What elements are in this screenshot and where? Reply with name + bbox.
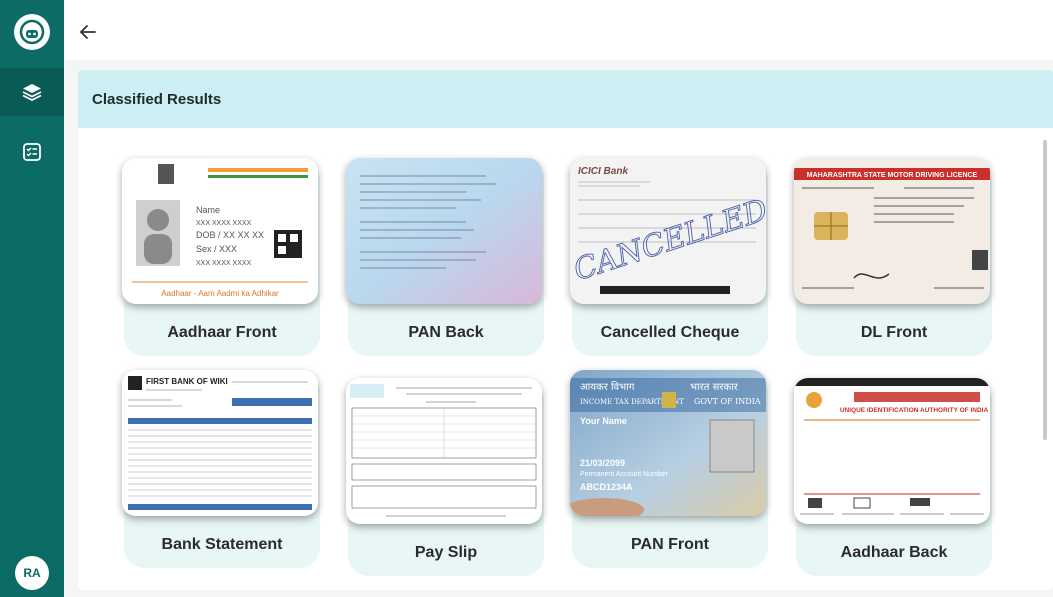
document-image: UNIQUE IDENTIFICATION AUTHORITY OF INDIA xyxy=(794,378,990,524)
card-pan-front[interactable]: आयकर विभाग भारत सरकार INCOME TAX DEPARTM… xyxy=(570,370,768,568)
cheque-bank-name: ICICI Bank xyxy=(578,166,628,177)
pan-govt: GOVT OF INDIA xyxy=(694,397,761,406)
results-header: Classified Results xyxy=(78,70,1053,128)
card-label: PAN Front xyxy=(631,536,709,553)
sidebar-item-checklist[interactable] xyxy=(0,128,64,176)
aadhaar-field-name: Name xyxy=(196,205,220,215)
document-image: Name XXX XXXX XXXX DOB / XX XX XX Sex / … xyxy=(122,158,318,304)
aadhaar-field-dob: DOB / XX XX XX xyxy=(196,230,264,240)
arrow-left-icon xyxy=(79,25,96,39)
card-aadhaar-back[interactable]: UNIQUE IDENTIFICATION AUTHORITY OF INDIA… xyxy=(794,378,992,576)
aadhaar-field-sex: Sex / XXX xyxy=(196,244,237,254)
card-label: PAN Back xyxy=(408,324,484,341)
pan-number-label: Permanent Account Number xyxy=(580,471,669,478)
pan-dept-hindi: आयकर विभाग xyxy=(580,381,635,393)
layers-icon xyxy=(22,84,42,102)
pan-number: ABCD1234A xyxy=(580,482,633,492)
pan-name: Your Name xyxy=(580,416,627,426)
card-aadhaar-front[interactable]: Name XXX XXXX XXXX DOB / XX XX XX Sex / … xyxy=(122,158,320,356)
card-label: Cancelled Cheque xyxy=(600,324,740,341)
app-logo-icon[interactable] xyxy=(14,14,50,50)
results-container: Classified Results Name XXX XXXX XXXX DO… xyxy=(78,70,1053,590)
checklist-icon xyxy=(23,143,41,161)
main-panel: Classified Results Name XXX XXXX XXXX DO… xyxy=(64,60,1053,597)
dl-heading: MAHARASHTRA STATE MOTOR DRIVING LICENCE xyxy=(807,172,978,179)
card-label: Aadhaar Back xyxy=(840,544,948,561)
sidebar-item-classify[interactable] xyxy=(0,68,64,116)
card-bank-statement[interactable]: FIRST BANK OF WIKI Bank Statement xyxy=(122,370,320,568)
back-button[interactable] xyxy=(74,18,102,46)
document-image xyxy=(346,378,542,524)
statement-bank-name: FIRST BANK OF WIKI xyxy=(146,377,228,386)
scrollbar[interactable] xyxy=(1043,140,1047,440)
document-image xyxy=(346,158,542,304)
aadhaar-field-number-2: XXX XXXX XXXX xyxy=(196,260,252,267)
aadhaar-field-number: XXX XXXX XXXX xyxy=(196,220,252,227)
document-image: ICICI Bank CANCELLED xyxy=(570,158,766,304)
card-dl-front[interactable]: MAHARASHTRA STATE MOTOR DRIVING LICENCE xyxy=(794,158,992,356)
card-cancelled-cheque[interactable]: ICICI Bank CANCELLED Cancelled Cheque xyxy=(570,158,768,356)
avatar[interactable]: RA xyxy=(15,556,49,590)
aadhaar-back-authority: UNIQUE IDENTIFICATION AUTHORITY OF INDIA xyxy=(840,407,989,414)
document-image: MAHARASHTRA STATE MOTOR DRIVING LICENCE xyxy=(794,158,990,304)
pan-govt-hindi: भारत सरकार xyxy=(690,382,739,393)
page-title: Classified Results xyxy=(92,90,222,108)
pan-date: 21/03/2099 xyxy=(580,458,625,468)
aadhaar-caption: Aadhaar - Aam Aadmi ka Adhikar xyxy=(161,289,279,298)
card-label: DL Front xyxy=(860,324,928,341)
card-pan-back[interactable]: PAN Back xyxy=(346,158,544,356)
sidebar: RA xyxy=(0,0,64,597)
document-image: FIRST BANK OF WIKI xyxy=(122,370,318,516)
card-label: Pay Slip xyxy=(414,544,478,561)
card-label: Aadhaar Front xyxy=(167,324,277,341)
card-label: Bank Statement xyxy=(161,536,283,553)
document-image: आयकर विभाग भारत सरकार INCOME TAX DEPARTM… xyxy=(570,370,766,516)
card-pay-slip[interactable]: Pay Slip xyxy=(346,378,544,576)
